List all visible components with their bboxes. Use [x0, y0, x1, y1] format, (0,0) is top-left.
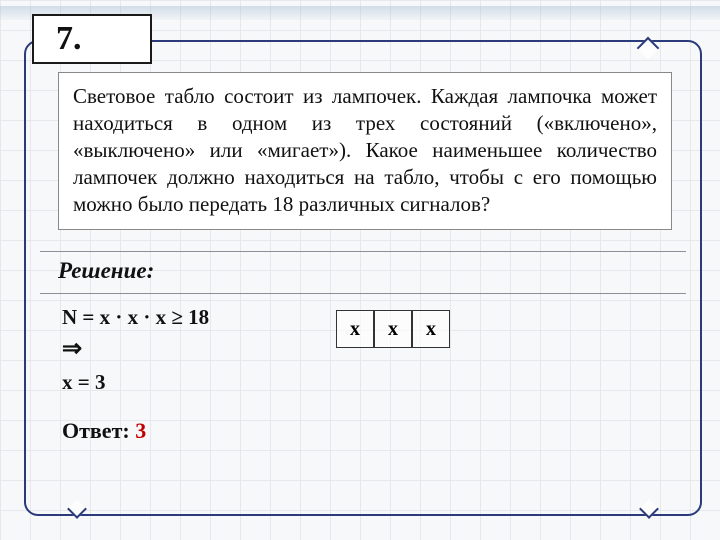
problem-number: 7.	[56, 20, 82, 58]
solution-body: N = x · x · x ≥ 18 ⇒ x = 3	[62, 302, 209, 398]
answer-value: 3	[135, 418, 146, 443]
frame-notch-br	[639, 499, 659, 519]
lamp-cells: x x x	[336, 310, 450, 348]
frame-notch-bl	[67, 499, 87, 519]
divider-1	[40, 251, 686, 252]
lamp-cell: x	[412, 310, 450, 348]
answer-label: Ответ:	[62, 418, 130, 443]
problem-statement: Световое табло состоит из лампочек. Кажд…	[58, 72, 672, 230]
lamp-cell: x	[336, 310, 374, 348]
result-line: x = 3	[62, 367, 209, 397]
equation-line: N = x · x · x ≥ 18	[62, 302, 209, 332]
implies-arrow: ⇒	[62, 332, 209, 367]
lamp-cell: x	[374, 310, 412, 348]
solution-label: Решение:	[58, 258, 154, 284]
divider-2	[40, 293, 686, 294]
answer-line: Ответ: 3	[62, 418, 146, 444]
problem-number-box: 7.	[32, 14, 152, 64]
